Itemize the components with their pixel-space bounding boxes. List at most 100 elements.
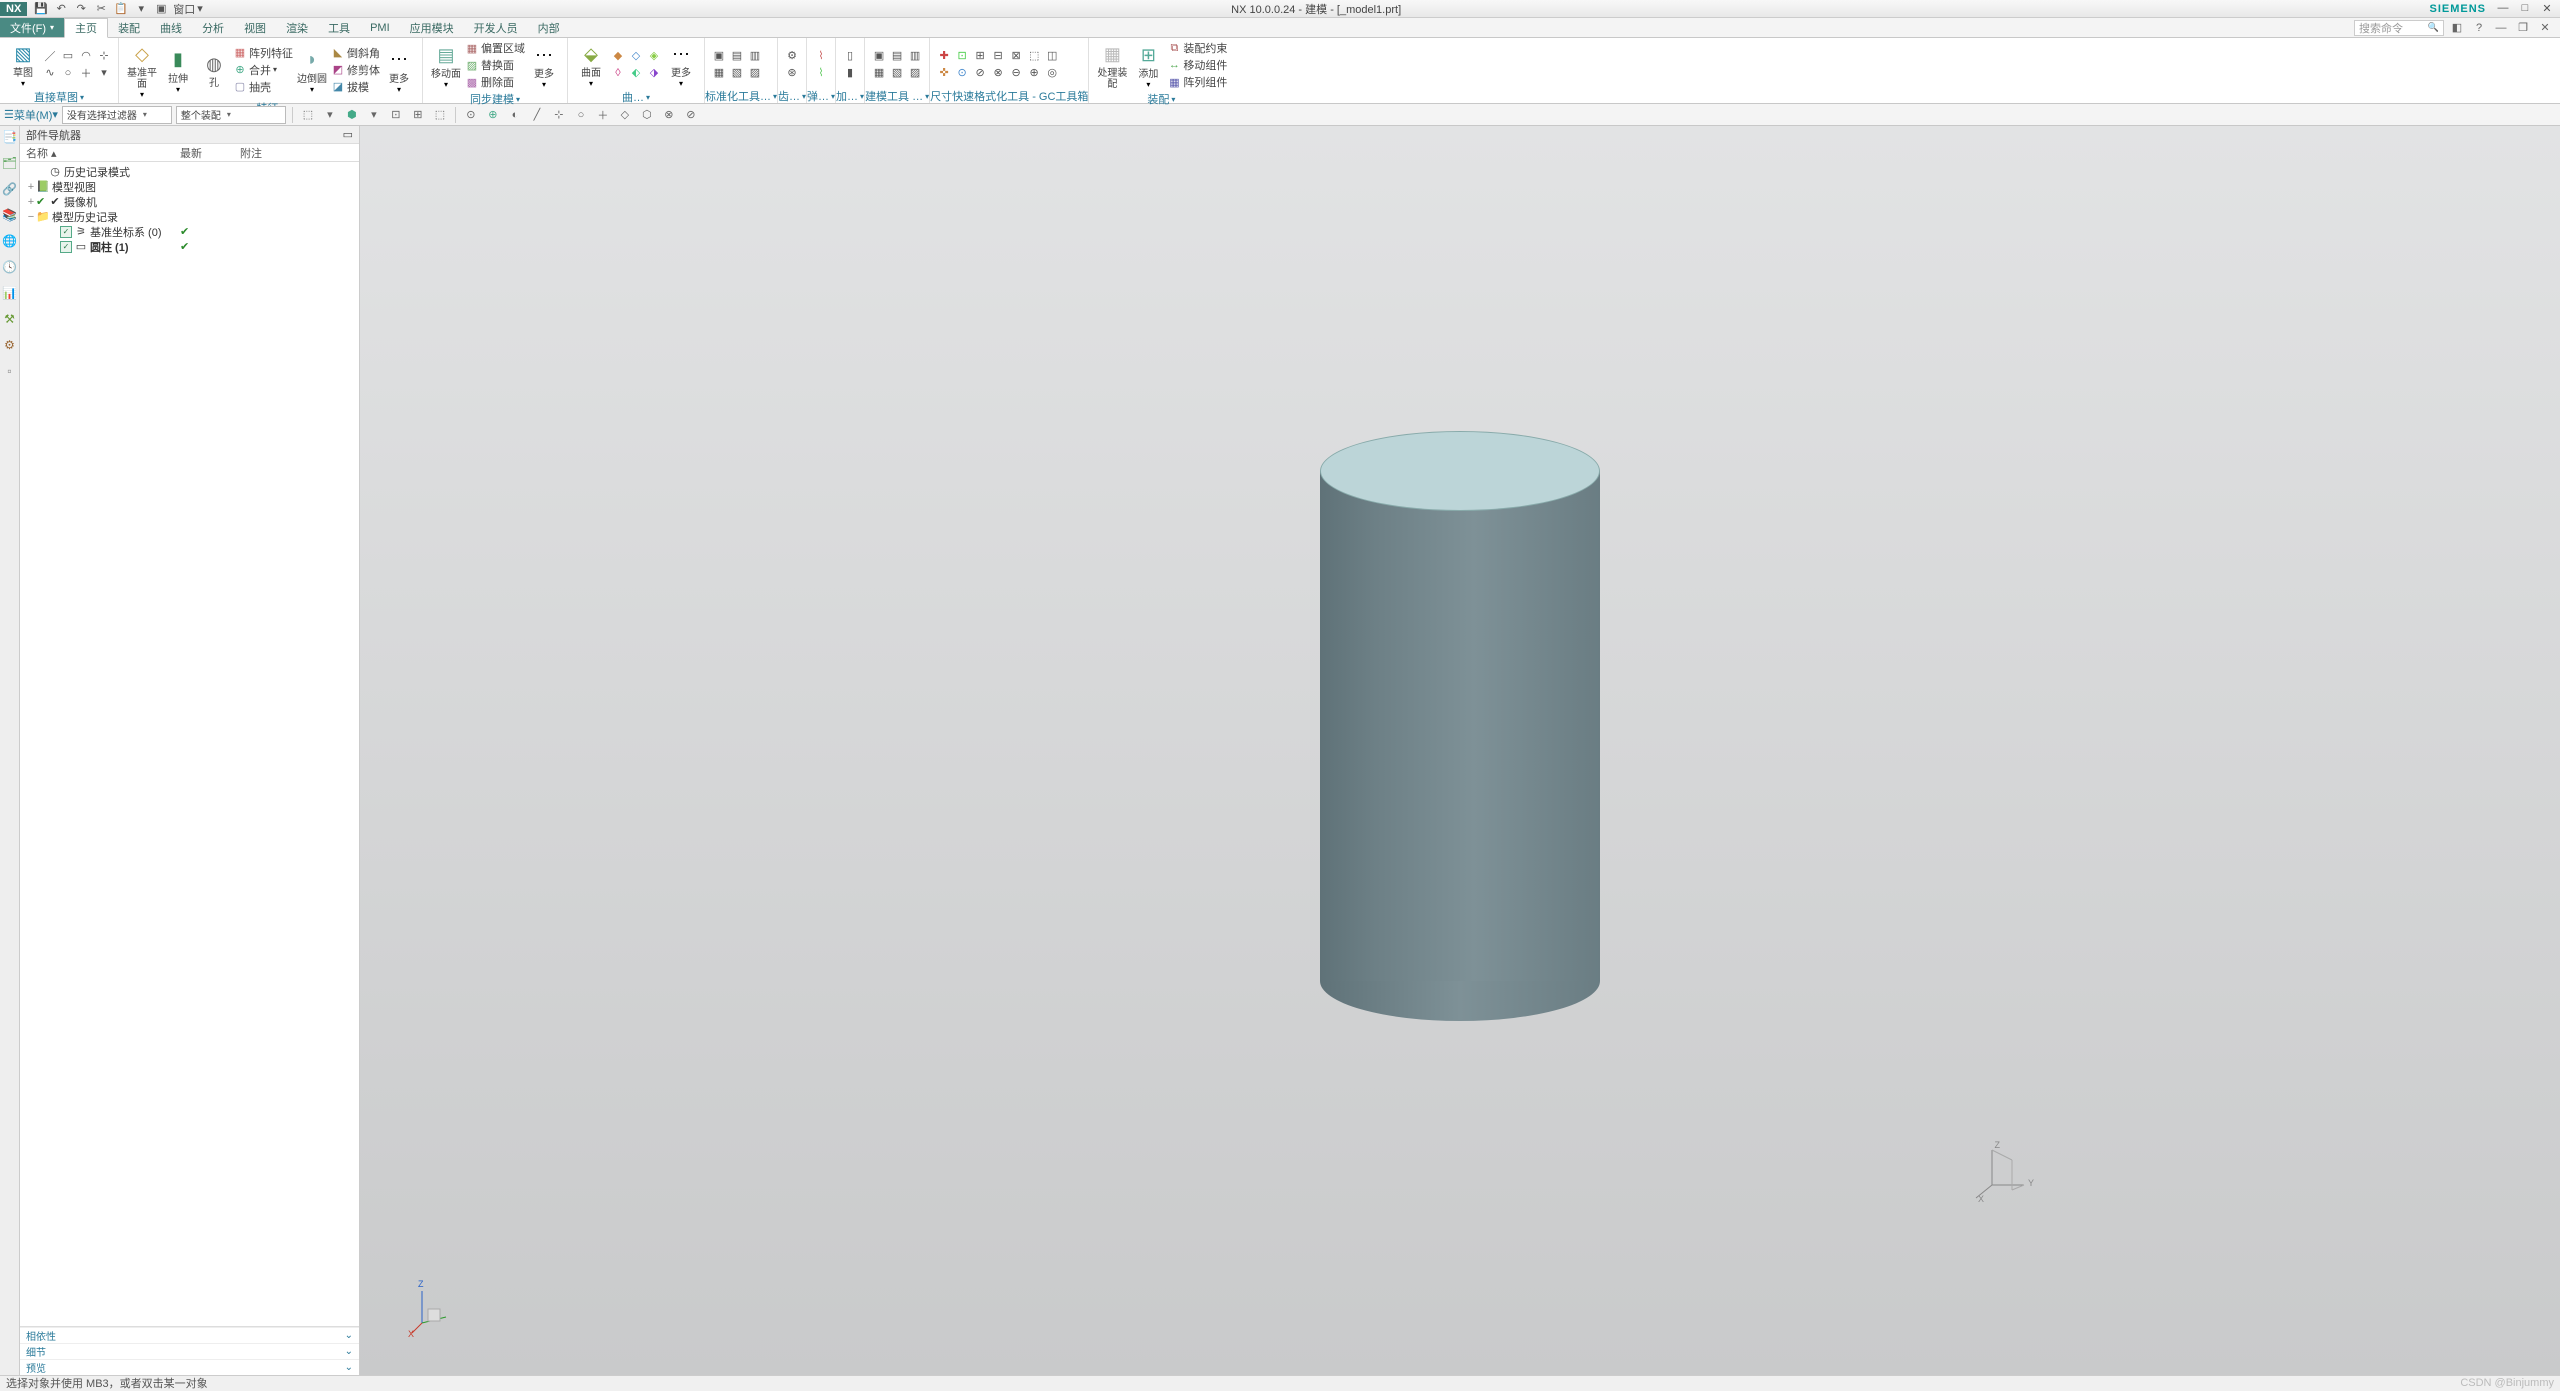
col-latest[interactable]: 最新 xyxy=(180,145,240,161)
replace-face-button[interactable]: ▨替换面 xyxy=(465,57,525,73)
mt-6-icon[interactable]: ▨ xyxy=(907,64,923,80)
qat-more-icon[interactable]: ▾ xyxy=(133,1,149,17)
gc-11-icon[interactable]: ⊗ xyxy=(990,64,1006,80)
gear-2-icon[interactable]: ⊛ xyxy=(784,64,800,80)
sketch-button[interactable]: ▧草图▾ xyxy=(6,40,40,88)
tree-row[interactable]: ✓▭圆柱 (1)✔ xyxy=(20,239,359,254)
array-component-button[interactable]: ▦阵列组件 xyxy=(1167,74,1227,90)
surf-3-icon[interactable]: ◈ xyxy=(646,48,662,64)
tab-render[interactable]: 渲染 xyxy=(276,18,318,37)
chamfer-button[interactable]: ◣倒斜角 xyxy=(331,45,380,61)
offset-region-button[interactable]: ▦偏置区域 xyxy=(465,40,525,56)
snap-2-icon[interactable]: ⊕ xyxy=(484,106,502,124)
tree-row[interactable]: ◷历史记录模式 xyxy=(20,164,359,179)
hole-button[interactable]: ◍孔 xyxy=(197,50,231,89)
rail-web-icon[interactable]: 🌐 xyxy=(2,234,18,250)
extrude-button[interactable]: ▮拉伸▾ xyxy=(161,46,195,94)
tab-home[interactable]: 主页 xyxy=(64,18,108,38)
expand-icon[interactable]: + xyxy=(26,181,36,193)
tab-pmi[interactable]: PMI xyxy=(360,18,400,37)
minimize-icon[interactable]: — xyxy=(2496,2,2510,15)
tab-developer[interactable]: 开发人员 xyxy=(464,18,528,37)
datum-plane-button[interactable]: ◇基准平面▾ xyxy=(125,40,159,99)
gc-5-icon[interactable]: ⊠ xyxy=(1008,47,1024,63)
std-2-icon[interactable]: ▤ xyxy=(729,47,745,63)
snap-11-icon[interactable]: ⊘ xyxy=(682,106,700,124)
spline-icon[interactable]: ∿ xyxy=(42,65,58,81)
snap-4-icon[interactable]: ╱ xyxy=(528,106,546,124)
rail-roles-icon[interactable]: 📊 xyxy=(2,286,18,302)
gc-9-icon[interactable]: ⊙ xyxy=(954,64,970,80)
doc-restore-icon[interactable]: ❐ xyxy=(2514,19,2532,37)
check-icon[interactable]: ✓ xyxy=(60,241,72,253)
assembly-constraint-button[interactable]: ⧉装配约束 xyxy=(1167,40,1227,56)
maximize-icon[interactable]: □ xyxy=(2518,2,2532,15)
close-icon[interactable]: ✕ xyxy=(2540,2,2554,15)
line-icon[interactable]: ／ xyxy=(42,48,58,64)
edge-blend-button[interactable]: ◗边倒圆▾ xyxy=(295,46,329,94)
help-options-icon[interactable]: ◧ xyxy=(2448,19,2466,37)
rail-history-icon[interactable]: 🕓 xyxy=(2,260,18,276)
gc-7-icon[interactable]: ◫ xyxy=(1044,47,1060,63)
rail-process-icon[interactable]: ⚙ xyxy=(2,338,18,354)
tree-row[interactable]: ✓⚞基准坐标系 (0)✔ xyxy=(20,224,359,239)
surf-6-icon[interactable]: ⬗ xyxy=(646,65,662,81)
mt-2-icon[interactable]: ▤ xyxy=(889,47,905,63)
gc-4-icon[interactable]: ⊟ xyxy=(990,47,1006,63)
sel-7-icon[interactable]: ⬚ xyxy=(431,106,449,124)
std-6-icon[interactable]: ▨ xyxy=(747,64,763,80)
gc-2-icon[interactable]: ⊡ xyxy=(954,47,970,63)
gc-12-icon[interactable]: ⊖ xyxy=(1008,64,1024,80)
col-name[interactable]: 名称 ▴ xyxy=(20,145,180,161)
window-menu[interactable]: 窗口▾ xyxy=(173,1,203,17)
tab-analysis[interactable]: 分析 xyxy=(192,18,234,37)
graphics-viewport[interactable]: Z Y X Z X xyxy=(360,126,2560,1375)
snap-6-icon[interactable]: ○ xyxy=(572,106,590,124)
save-icon[interactable]: 💾 xyxy=(33,1,49,17)
sel-3-icon[interactable]: ⬢ xyxy=(343,106,361,124)
expand-icon[interactable]: + xyxy=(26,196,36,208)
std-4-icon[interactable]: ▦ xyxy=(711,64,727,80)
window-app-icon[interactable]: ▣ xyxy=(153,1,169,17)
view-triad-icon[interactable] xyxy=(410,1285,450,1335)
selection-filter-combo[interactable]: 没有选择过滤器 xyxy=(62,106,172,124)
trim-body-button[interactable]: ◩修剪体 xyxy=(331,62,380,78)
tab-internal[interactable]: 内部 xyxy=(528,18,570,37)
gc-14-icon[interactable]: ◎ xyxy=(1044,64,1060,80)
help-icon[interactable]: ? xyxy=(2470,19,2488,37)
gc-6-icon[interactable]: ⬚ xyxy=(1026,47,1042,63)
footer-preview[interactable]: 预览 xyxy=(20,1359,359,1375)
tab-tools[interactable]: 工具 xyxy=(318,18,360,37)
snap-5-icon[interactable]: ⊹ xyxy=(550,106,568,124)
std-3-icon[interactable]: ▥ xyxy=(747,47,763,63)
sync-more-button[interactable]: ⋯更多▾ xyxy=(527,41,561,89)
snap-7-icon[interactable]: ＋ xyxy=(594,106,612,124)
rail-constraint-icon[interactable]: 🔗 xyxy=(2,182,18,198)
gear-1-icon[interactable]: ⚙ xyxy=(784,47,800,63)
gc-10-icon[interactable]: ⊘ xyxy=(972,64,988,80)
sel-2-icon[interactable]: ▾ xyxy=(321,106,339,124)
pattern-feature-button[interactable]: ▦阵列特征 xyxy=(233,45,293,61)
mt-1-icon[interactable]: ▣ xyxy=(871,47,887,63)
move-component-button[interactable]: ↔移动组件 xyxy=(1167,57,1227,73)
circle-icon[interactable]: ○ xyxy=(60,65,76,81)
mt-3-icon[interactable]: ▥ xyxy=(907,47,923,63)
add-component-button[interactable]: ⊞添加▾ xyxy=(1131,41,1165,89)
mt-5-icon[interactable]: ▧ xyxy=(889,64,905,80)
copy-icon[interactable]: 📋 xyxy=(113,1,129,17)
std-5-icon[interactable]: ▧ xyxy=(729,64,745,80)
gc-8-icon[interactable]: ✜ xyxy=(936,64,952,80)
sketch-more-icon[interactable]: ▾ xyxy=(96,65,112,81)
doc-close-icon[interactable]: ✕ xyxy=(2536,19,2554,37)
tree-row[interactable]: −📁模型历史记录 xyxy=(20,209,359,224)
surface-more-button[interactable]: ⋯更多▾ xyxy=(664,40,698,88)
col-notes[interactable]: 附注 xyxy=(240,145,359,161)
model-cylinder[interactable] xyxy=(1320,431,1600,1021)
std-1-icon[interactable]: ▣ xyxy=(711,47,727,63)
sel-4-icon[interactable]: ▾ xyxy=(365,106,383,124)
rail-system-icon[interactable]: ⚒ xyxy=(2,312,18,328)
file-tab[interactable]: 文件(F)▾ xyxy=(0,18,64,37)
delete-face-button[interactable]: ▩删除面 xyxy=(465,74,525,90)
tab-curve[interactable]: 曲线 xyxy=(150,18,192,37)
rail-reuse-icon[interactable]: 📚 xyxy=(2,208,18,224)
